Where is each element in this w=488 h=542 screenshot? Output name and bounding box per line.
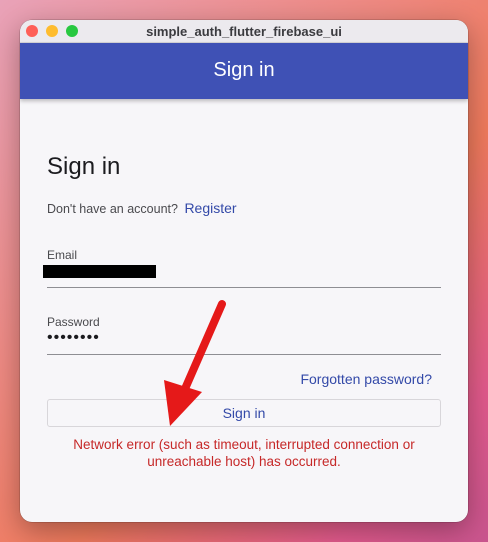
no-account-text: Don't have an account? [47, 202, 178, 216]
register-link[interactable]: Register [184, 200, 236, 216]
password-field[interactable]: •••••••• [47, 329, 100, 347]
app-bar: Sign in [20, 43, 468, 99]
title-bar: simple_auth_flutter_firebase_ui [20, 20, 468, 43]
email-underline [47, 287, 441, 288]
forgot-password-link[interactable]: Forgotten password? [300, 371, 432, 387]
page-title: Sign in [47, 153, 121, 180]
email-label: Email [47, 248, 78, 262]
window-title: simple_auth_flutter_firebase_ui [146, 24, 342, 39]
email-field[interactable] [43, 265, 156, 278]
register-row: Don't have an account? Register [47, 200, 237, 216]
password-underline [47, 354, 441, 355]
app-bar-title: Sign in [213, 59, 275, 81]
app-window: simple_auth_flutter_firebase_ui Sign in … [20, 20, 468, 522]
sign-in-button[interactable]: Sign in [47, 399, 441, 427]
error-message: Network error (such as timeout, interrup… [73, 437, 415, 469]
password-label: Password [47, 315, 100, 329]
